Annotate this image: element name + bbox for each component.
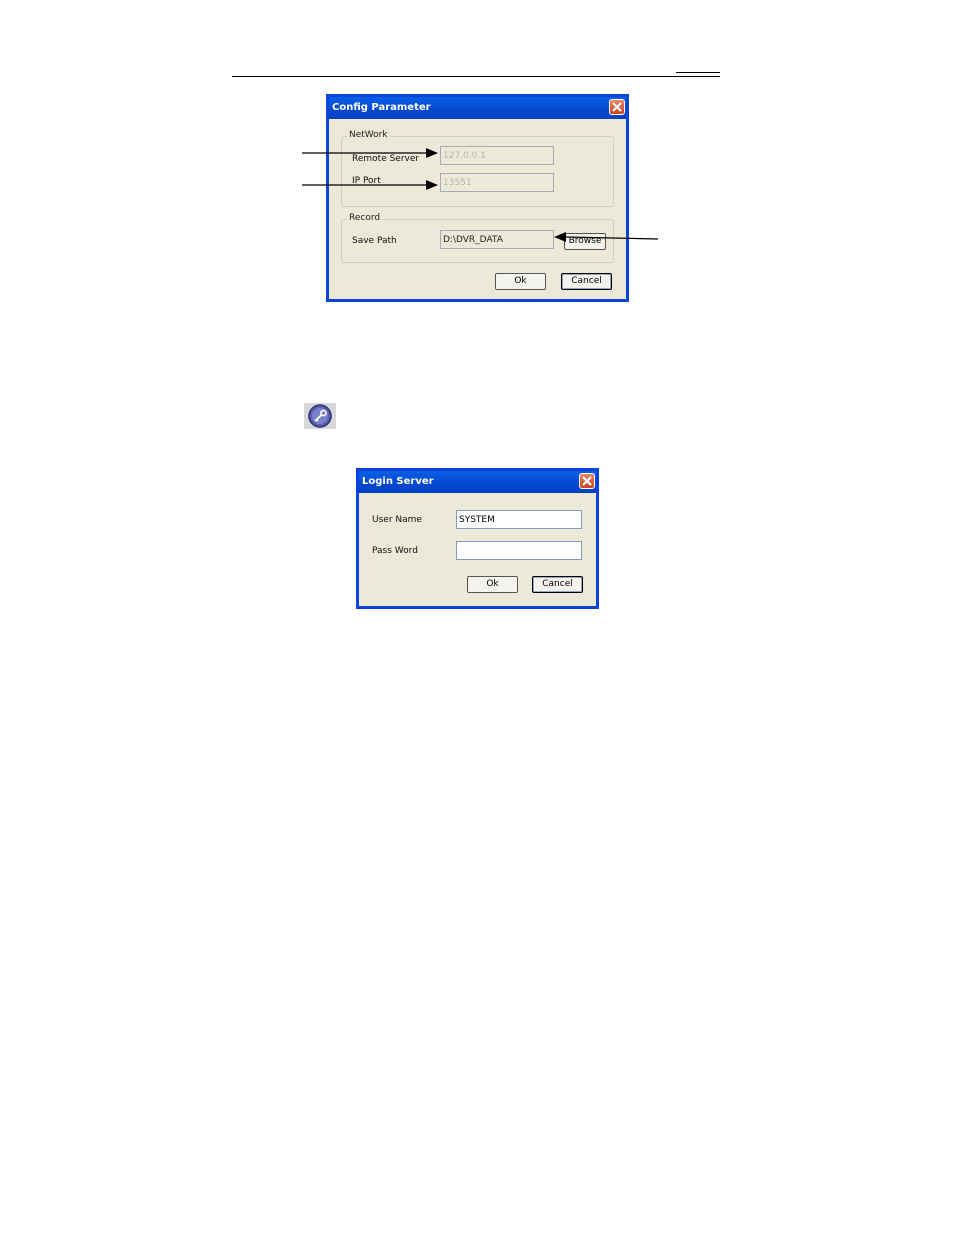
header-rule <box>232 76 720 77</box>
config-dialog-titlebar[interactable]: Config Parameter <box>329 97 626 119</box>
config-dialog-title: Config Parameter <box>332 102 431 113</box>
user-name-label: User Name <box>372 515 422 525</box>
config-parameter-dialog: Config Parameter NetWork Remote Server I… <box>326 94 629 302</box>
network-group-title: NetWork <box>347 130 390 140</box>
password-label: Pass Word <box>372 546 418 556</box>
user-name-field[interactable] <box>456 510 582 529</box>
save-path-label: Save Path <box>352 236 397 246</box>
config-cancel-button[interactable]: Cancel <box>561 273 612 290</box>
remote-server-arrow <box>302 148 438 158</box>
key-icon[interactable] <box>304 403 336 429</box>
save-path-field[interactable] <box>440 230 554 249</box>
save-path-arrow <box>554 232 658 242</box>
config-ok-button[interactable]: Ok <box>495 273 546 290</box>
login-dialog-title: Login Server <box>362 476 434 487</box>
remote-server-field[interactable] <box>440 146 554 165</box>
header-rule-short <box>676 72 720 73</box>
ip-port-arrow <box>302 180 438 190</box>
login-dialog-titlebar[interactable]: Login Server <box>359 471 596 493</box>
password-field[interactable] <box>456 541 582 560</box>
login-server-dialog: Login Server User Name Pass Word Ok Canc… <box>356 468 599 609</box>
close-icon[interactable] <box>579 473 595 489</box>
close-icon[interactable] <box>609 99 625 115</box>
login-ok-button[interactable]: Ok <box>467 576 518 593</box>
record-group-title: Record <box>347 213 383 223</box>
login-cancel-button[interactable]: Cancel <box>532 576 583 593</box>
ip-port-field[interactable] <box>440 173 554 192</box>
